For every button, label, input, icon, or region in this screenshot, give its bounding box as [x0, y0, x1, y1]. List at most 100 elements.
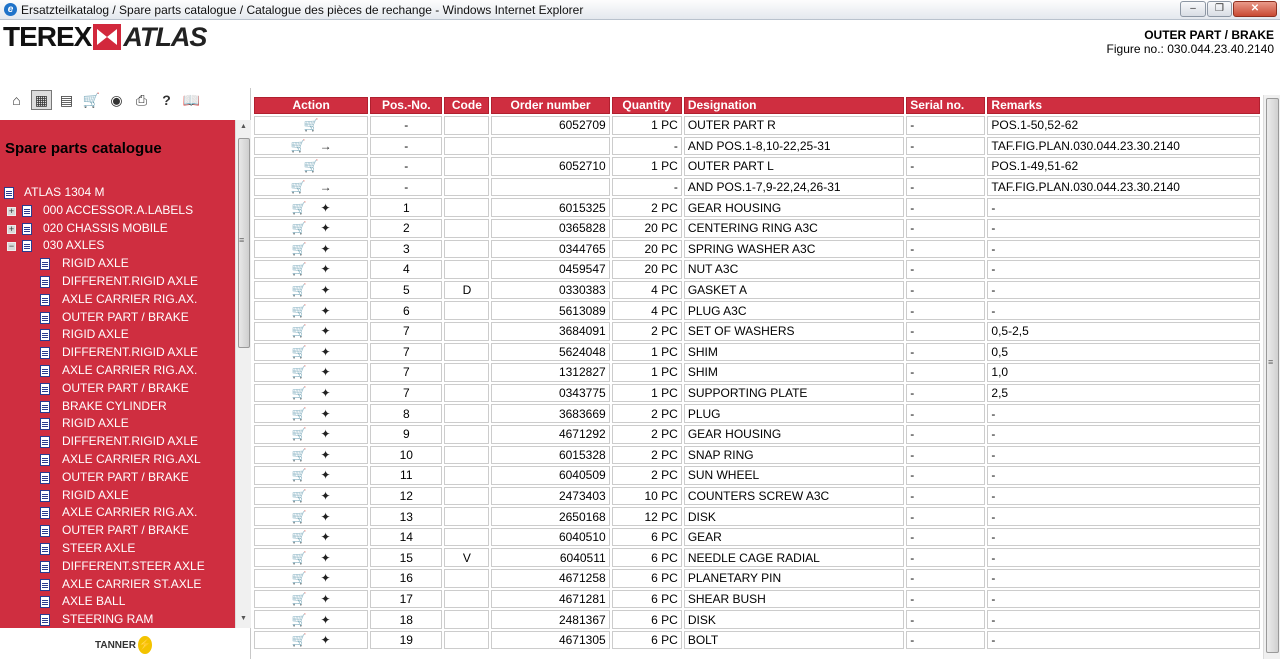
print-icon[interactable]: ⎙ [131, 90, 152, 110]
tree-node[interactable]: AXLE CARRIER RIG.AXL [0, 451, 235, 469]
main-scroll-thumb[interactable] [1266, 98, 1279, 653]
table-row[interactable]: 🛒 ✦ 6 5613089 4 PC PLUG A3C - - [254, 301, 1260, 320]
scroll-down-icon[interactable]: ▼ [240, 615, 247, 622]
column-header[interactable]: Quantity [611, 97, 682, 114]
locate-in-drawing-icon[interactable]: ✦ [321, 364, 331, 380]
locate-in-drawing-icon[interactable]: ✦ [321, 632, 331, 648]
add-to-cart-icon[interactable]: 🛒 [292, 612, 307, 628]
add-to-cart-icon[interactable]: 🛒 [292, 488, 307, 504]
tree-node[interactable]: RIGID AXLE [0, 326, 235, 344]
add-to-cart-icon[interactable]: 🛒 [292, 220, 307, 236]
maximize-button[interactable]: ❐ [1207, 1, 1232, 17]
locate-in-drawing-icon[interactable]: ✦ [321, 467, 331, 483]
locate-in-drawing-icon[interactable]: ✦ [321, 509, 331, 525]
tree-node[interactable]: AXLE CARRIER ST.AXLE [0, 576, 235, 594]
add-to-cart-icon[interactable]: 🛒 [292, 529, 307, 545]
help-icon[interactable]: ? [156, 90, 177, 110]
tree-node[interactable]: OUTER PART / BRAKE [0, 309, 235, 327]
tree-node[interactable]: AXLE BALL [0, 593, 235, 611]
table-row[interactable]: 🛒 ✦ 9 4671292 2 PC GEAR HOUSING - - [254, 424, 1260, 444]
locate-in-drawing-icon[interactable]: ✦ [321, 570, 331, 586]
collapse-icon[interactable]: − [7, 242, 16, 252]
locate-in-drawing-icon[interactable]: ✦ [321, 241, 331, 257]
add-to-cart-icon[interactable]: 🛒 [292, 406, 307, 422]
add-to-cart-icon[interactable]: 🛒 [292, 241, 307, 257]
locate-in-drawing-icon[interactable]: ✦ [321, 406, 331, 422]
add-to-cart-icon[interactable]: 🛒 [291, 138, 306, 154]
table-row[interactable]: 🛒 ✦ 7 0343775 1 PC SUPPORTING PLATE -2,5 [254, 383, 1260, 403]
tree-node[interactable]: DIFFERENT.RIGID AXLE [0, 273, 235, 291]
table-row[interactable]: 🛒 ✦ 5 D 0330383 4 PC GASKET A-- [254, 280, 1260, 300]
table-row[interactable]: 🛒 ✦ 14 6040510 6 PC GEAR - - [254, 527, 1260, 547]
add-to-cart-icon[interactable]: 🛒 [291, 179, 306, 195]
column-header[interactable]: Serial no. [906, 97, 986, 114]
table-row[interactable]: 🛒 ✦ 11 6040509 2 PC SUN WHEEL - - [254, 466, 1260, 485]
tree-node[interactable]: AXLE CARRIER RIG.AX. [0, 291, 235, 309]
table-row[interactable]: 🛒 -6052709 1 PC OUTER PART R - POS.1-50,52-62 [254, 116, 1260, 135]
sidebar-scrollbar[interactable]: ▲ ≡ ▼ [235, 120, 251, 628]
locate-in-drawing-icon[interactable]: ✦ [321, 282, 331, 298]
table-row[interactable]: 🛒 ✦ 15 V 6040511 6 PC NEEDLE CAGE RADIAL - - [254, 548, 1260, 568]
tree-node[interactable]: RIGID AXLE [0, 255, 235, 273]
locate-in-drawing-icon[interactable]: ✦ [321, 488, 331, 504]
tree-node[interactable]: − 030 AXLES [0, 237, 235, 255]
table-row[interactable]: 🛒 ✦ 7 5624048 1 PC SHIM -0,5 [254, 342, 1260, 362]
locate-in-drawing-icon[interactable]: ✦ [321, 344, 331, 360]
add-to-cart-icon[interactable]: 🛒 [292, 385, 307, 401]
column-header[interactable]: Designation [683, 97, 905, 114]
tree-node[interactable]: AXLE CARRIER RIG.AX. [0, 504, 235, 522]
tree-node[interactable]: RIGID AXLE [0, 487, 235, 505]
add-to-cart-icon[interactable]: 🛒 [292, 303, 307, 319]
add-to-cart-icon[interactable]: 🛒 [292, 632, 307, 648]
table-row[interactable]: 🛒 ✦ 19 4671305 6 PC BOLT - - [254, 630, 1260, 650]
home-icon[interactable]: ⌂ [6, 90, 27, 110]
add-to-cart-icon[interactable]: 🛒 [292, 364, 307, 380]
locate-in-drawing-icon[interactable]: ✦ [321, 426, 331, 442]
add-to-cart-icon[interactable]: 🛒 [292, 200, 307, 216]
column-header[interactable]: Pos.-No. [370, 97, 443, 114]
scroll-up-icon[interactable]: ▲ [240, 123, 247, 130]
table-row[interactable]: 🛒 → - - AND POS.1-7,9-22,24,26-31- TAF.FIG.PL… [254, 177, 1260, 197]
locate-in-drawing-icon[interactable]: ✦ [321, 591, 331, 607]
column-header[interactable]: Action [254, 97, 369, 114]
table-row[interactable]: 🛒 ✦ 2 0365828 20 PC CENTERING RING A3C - - [254, 218, 1260, 238]
jump-to-figure-icon[interactable]: → [320, 179, 332, 195]
locate-in-drawing-icon[interactable]: ✦ [321, 550, 331, 566]
table-row[interactable]: 🛒 ✦ 3 0344765 20 PC SPRING WASHER A3C - - [254, 239, 1260, 259]
locate-in-drawing-icon[interactable]: ✦ [321, 220, 331, 236]
tree-node[interactable]: DIFFERENT.RIGID AXLE [0, 433, 235, 451]
table-row[interactable]: 🛒 -6052710 1 PC OUTER PART L - POS.1-49,51-62 [254, 157, 1260, 176]
tree-node[interactable]: OUTER PART / BRAKE [0, 380, 235, 398]
tree-node[interactable]: RIGID AXLE [0, 415, 235, 433]
table-row[interactable]: 🛒 ✦ 7 1312827 1 PC SHIM -1,0 [254, 363, 1260, 382]
add-to-cart-icon[interactable]: 🛒 [292, 570, 307, 586]
table-row[interactable]: 🛒 ✦ 8 3683669 2 PC PLUG - - [254, 404, 1260, 423]
locate-in-drawing-icon[interactable]: ✦ [321, 612, 331, 628]
column-header[interactable]: Order number [491, 97, 610, 114]
split-view-icon[interactable]: ▤ [56, 90, 77, 110]
add-to-cart-icon[interactable]: 🛒 [292, 426, 307, 442]
table-row[interactable]: 🛒 ✦ 18 2481367 6 PC DISK - - [254, 610, 1260, 629]
table-row[interactable]: 🛒 ✦ 16 4671258 6 PC PLANETARY PIN - - [254, 569, 1260, 588]
tree-node[interactable]: BRAKE CYLINDER [0, 398, 235, 416]
add-to-cart-icon[interactable]: 🛒 [304, 117, 319, 133]
column-header[interactable]: Code [444, 97, 490, 114]
expand-icon[interactable]: + [7, 224, 16, 234]
tree-node[interactable]: DIFFERENT.RIGID AXLE [0, 344, 235, 362]
main-scrollbar[interactable]: ≡ [1263, 95, 1280, 659]
tree-node[interactable]: +020 CHASSIS MOBILE [0, 220, 235, 238]
tree-node[interactable]: STEERING RAM [0, 611, 235, 628]
locate-in-drawing-icon[interactable]: ✦ [321, 447, 331, 463]
locate-in-drawing-icon[interactable]: ✦ [321, 385, 331, 401]
jump-to-figure-icon[interactable]: → [320, 138, 332, 154]
add-to-cart-icon[interactable]: 🛒 [292, 509, 307, 525]
tree-node[interactable]: OUTER PART / BRAKE [0, 469, 235, 487]
binoculars-icon[interactable]: ◉ [106, 90, 127, 110]
close-button[interactable]: ✕ [1233, 1, 1277, 17]
table-row[interactable]: 🛒 ✦ 7 3684091 2 PC SET OF WASHERS -0,5-2,5 [254, 321, 1260, 341]
locate-in-drawing-icon[interactable]: ✦ [321, 261, 331, 277]
locate-in-drawing-icon[interactable]: ✦ [321, 200, 331, 216]
table-row[interactable]: 🛒 → - - AND POS.1-8,10-22,25-31- TAF.FIG.PLAN… [254, 136, 1260, 156]
expand-icon[interactable]: + [7, 206, 16, 216]
tree-node[interactable]: DIFFERENT.STEER AXLE [0, 558, 235, 576]
